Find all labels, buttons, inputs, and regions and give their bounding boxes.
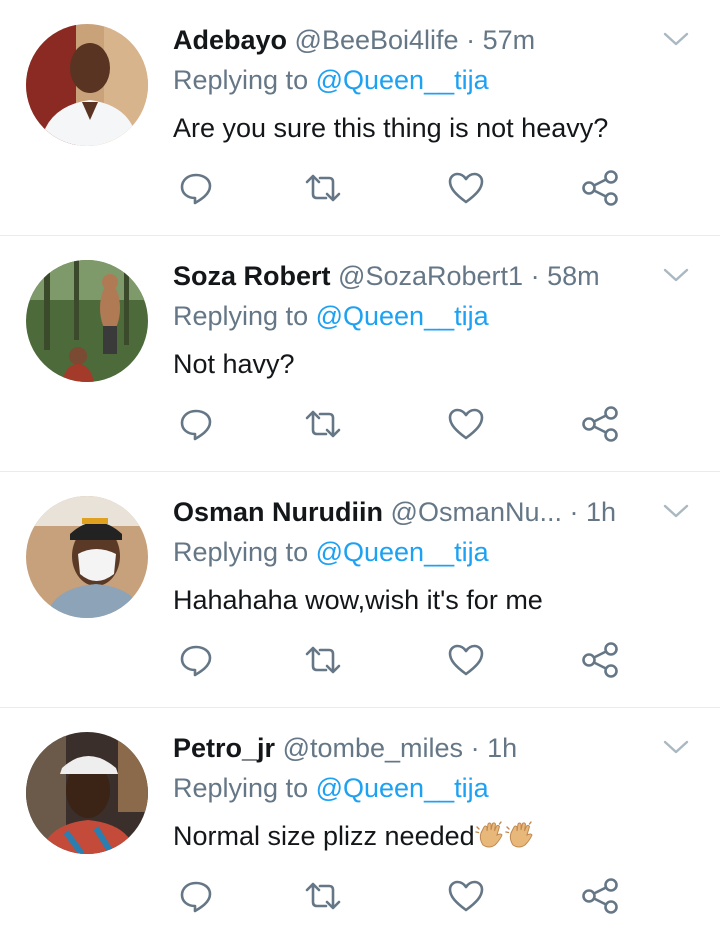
timestamp[interactable]: 58m [547,261,600,291]
retweet-button[interactable] [303,876,343,916]
user-handle[interactable]: @OsmanNu... [391,497,562,527]
share-button[interactable] [580,876,620,916]
avatar[interactable] [26,496,148,618]
replying-to-mention[interactable]: @Queen__tija [316,773,489,803]
reply-button[interactable] [176,876,216,916]
retweet-button[interactable] [303,404,343,444]
tweet-header: Osman Nurudiin @OsmanNu... · 1h [173,492,640,532]
heart-icon [448,880,484,912]
display-name[interactable]: Petro_jr [173,733,275,763]
replying-to: Replying to @Queen__tija [173,770,489,806]
replying-to: Replying to @Queen__tija [173,534,489,570]
timestamp[interactable]: 1h [487,733,517,763]
user-handle[interactable]: @BeeBoi4life [295,25,459,55]
tweet-header: Petro_jr @tombe_miles · 1h [173,728,640,768]
like-button[interactable] [446,640,486,680]
like-button[interactable] [446,168,486,208]
waving-hand-emoji [474,821,503,848]
tweet-actions [0,168,720,208]
tweet-header: Adebayo @BeeBoi4life · 57m [173,20,640,60]
avatar[interactable] [26,260,148,382]
chevron-down-icon[interactable] [662,266,690,284]
user-handle[interactable]: @SozaRobert1 [338,261,523,291]
replying-to-mention[interactable]: @Queen__tija [316,65,489,95]
tweet-text: Normal size plizz needed [173,817,535,855]
chevron-down-icon[interactable] [662,738,690,756]
replying-to-label: Replying to [173,773,316,803]
like-button[interactable] [446,404,486,444]
replying-to-label: Replying to [173,65,316,95]
share-icon [582,170,618,206]
display-name[interactable]: Soza Robert [173,261,331,291]
separator-dot: · [530,261,540,291]
tweet[interactable]: Osman Nurudiin @OsmanNu... · 1h Replying… [0,472,720,708]
tweet-actions [0,640,720,680]
retweet-icon [305,174,341,202]
reply-button[interactable] [176,404,216,444]
like-button[interactable] [446,876,486,916]
replying-to-mention[interactable]: @Queen__tija [316,301,489,331]
replying-to-label: Replying to [173,537,316,567]
share-button[interactable] [580,168,620,208]
reply-icon [180,173,212,205]
retweet-button[interactable] [303,168,343,208]
tweet-actions [0,876,720,916]
heart-icon [448,172,484,204]
tweet-actions [0,404,720,444]
replying-to-mention[interactable]: @Queen__tija [316,537,489,567]
share-icon [582,406,618,442]
separator-dot: · [470,733,480,763]
chevron-down-icon[interactable] [662,30,690,48]
replying-to: Replying to @Queen__tija [173,62,489,98]
reply-icon [180,881,212,913]
retweet-icon [305,646,341,674]
retweet-icon [305,410,341,438]
share-icon [582,878,618,914]
tweet[interactable]: Soza Robert @SozaRobert1 · 58m Replying … [0,236,720,472]
tweet-text: Hahahaha wow,wish it's for me [173,585,543,615]
display-name[interactable]: Osman Nurudiin [173,497,383,527]
timestamp[interactable]: 1h [586,497,616,527]
share-button[interactable] [580,404,620,444]
retweet-icon [305,882,341,910]
tweet[interactable]: Petro_jr @tombe_miles · 1h Replying to @… [0,708,720,944]
heart-icon [448,644,484,676]
separator-dot: · [466,25,476,55]
avatar[interactable] [26,24,148,146]
tweet-text: Not havy? [173,349,295,379]
heart-icon [448,408,484,440]
retweet-button[interactable] [303,640,343,680]
share-icon [582,642,618,678]
tweet-header: Soza Robert @SozaRobert1 · 58m [173,256,640,296]
reply-button[interactable] [176,168,216,208]
separator-dot: · [569,497,579,527]
replies-feed: Adebayo @BeeBoi4life · 57m Replying to @… [0,0,720,944]
chevron-down-icon[interactable] [662,502,690,520]
tweet-text: Are you sure this thing is not heavy? [173,113,609,143]
display-name[interactable]: Adebayo [173,25,287,55]
avatar[interactable] [26,732,148,854]
reply-icon [180,645,212,677]
reply-icon [180,409,212,441]
reply-button[interactable] [176,640,216,680]
share-button[interactable] [580,640,620,680]
tweet[interactable]: Adebayo @BeeBoi4life · 57m Replying to @… [0,0,720,236]
tweet-text-content: Normal size plizz needed [173,821,475,851]
user-handle[interactable]: @tombe_miles [283,733,463,763]
replying-to: Replying to @Queen__tija [173,298,489,334]
replying-to-label: Replying to [173,301,316,331]
waving-hand-emoji [504,821,533,848]
timestamp[interactable]: 57m [483,25,536,55]
